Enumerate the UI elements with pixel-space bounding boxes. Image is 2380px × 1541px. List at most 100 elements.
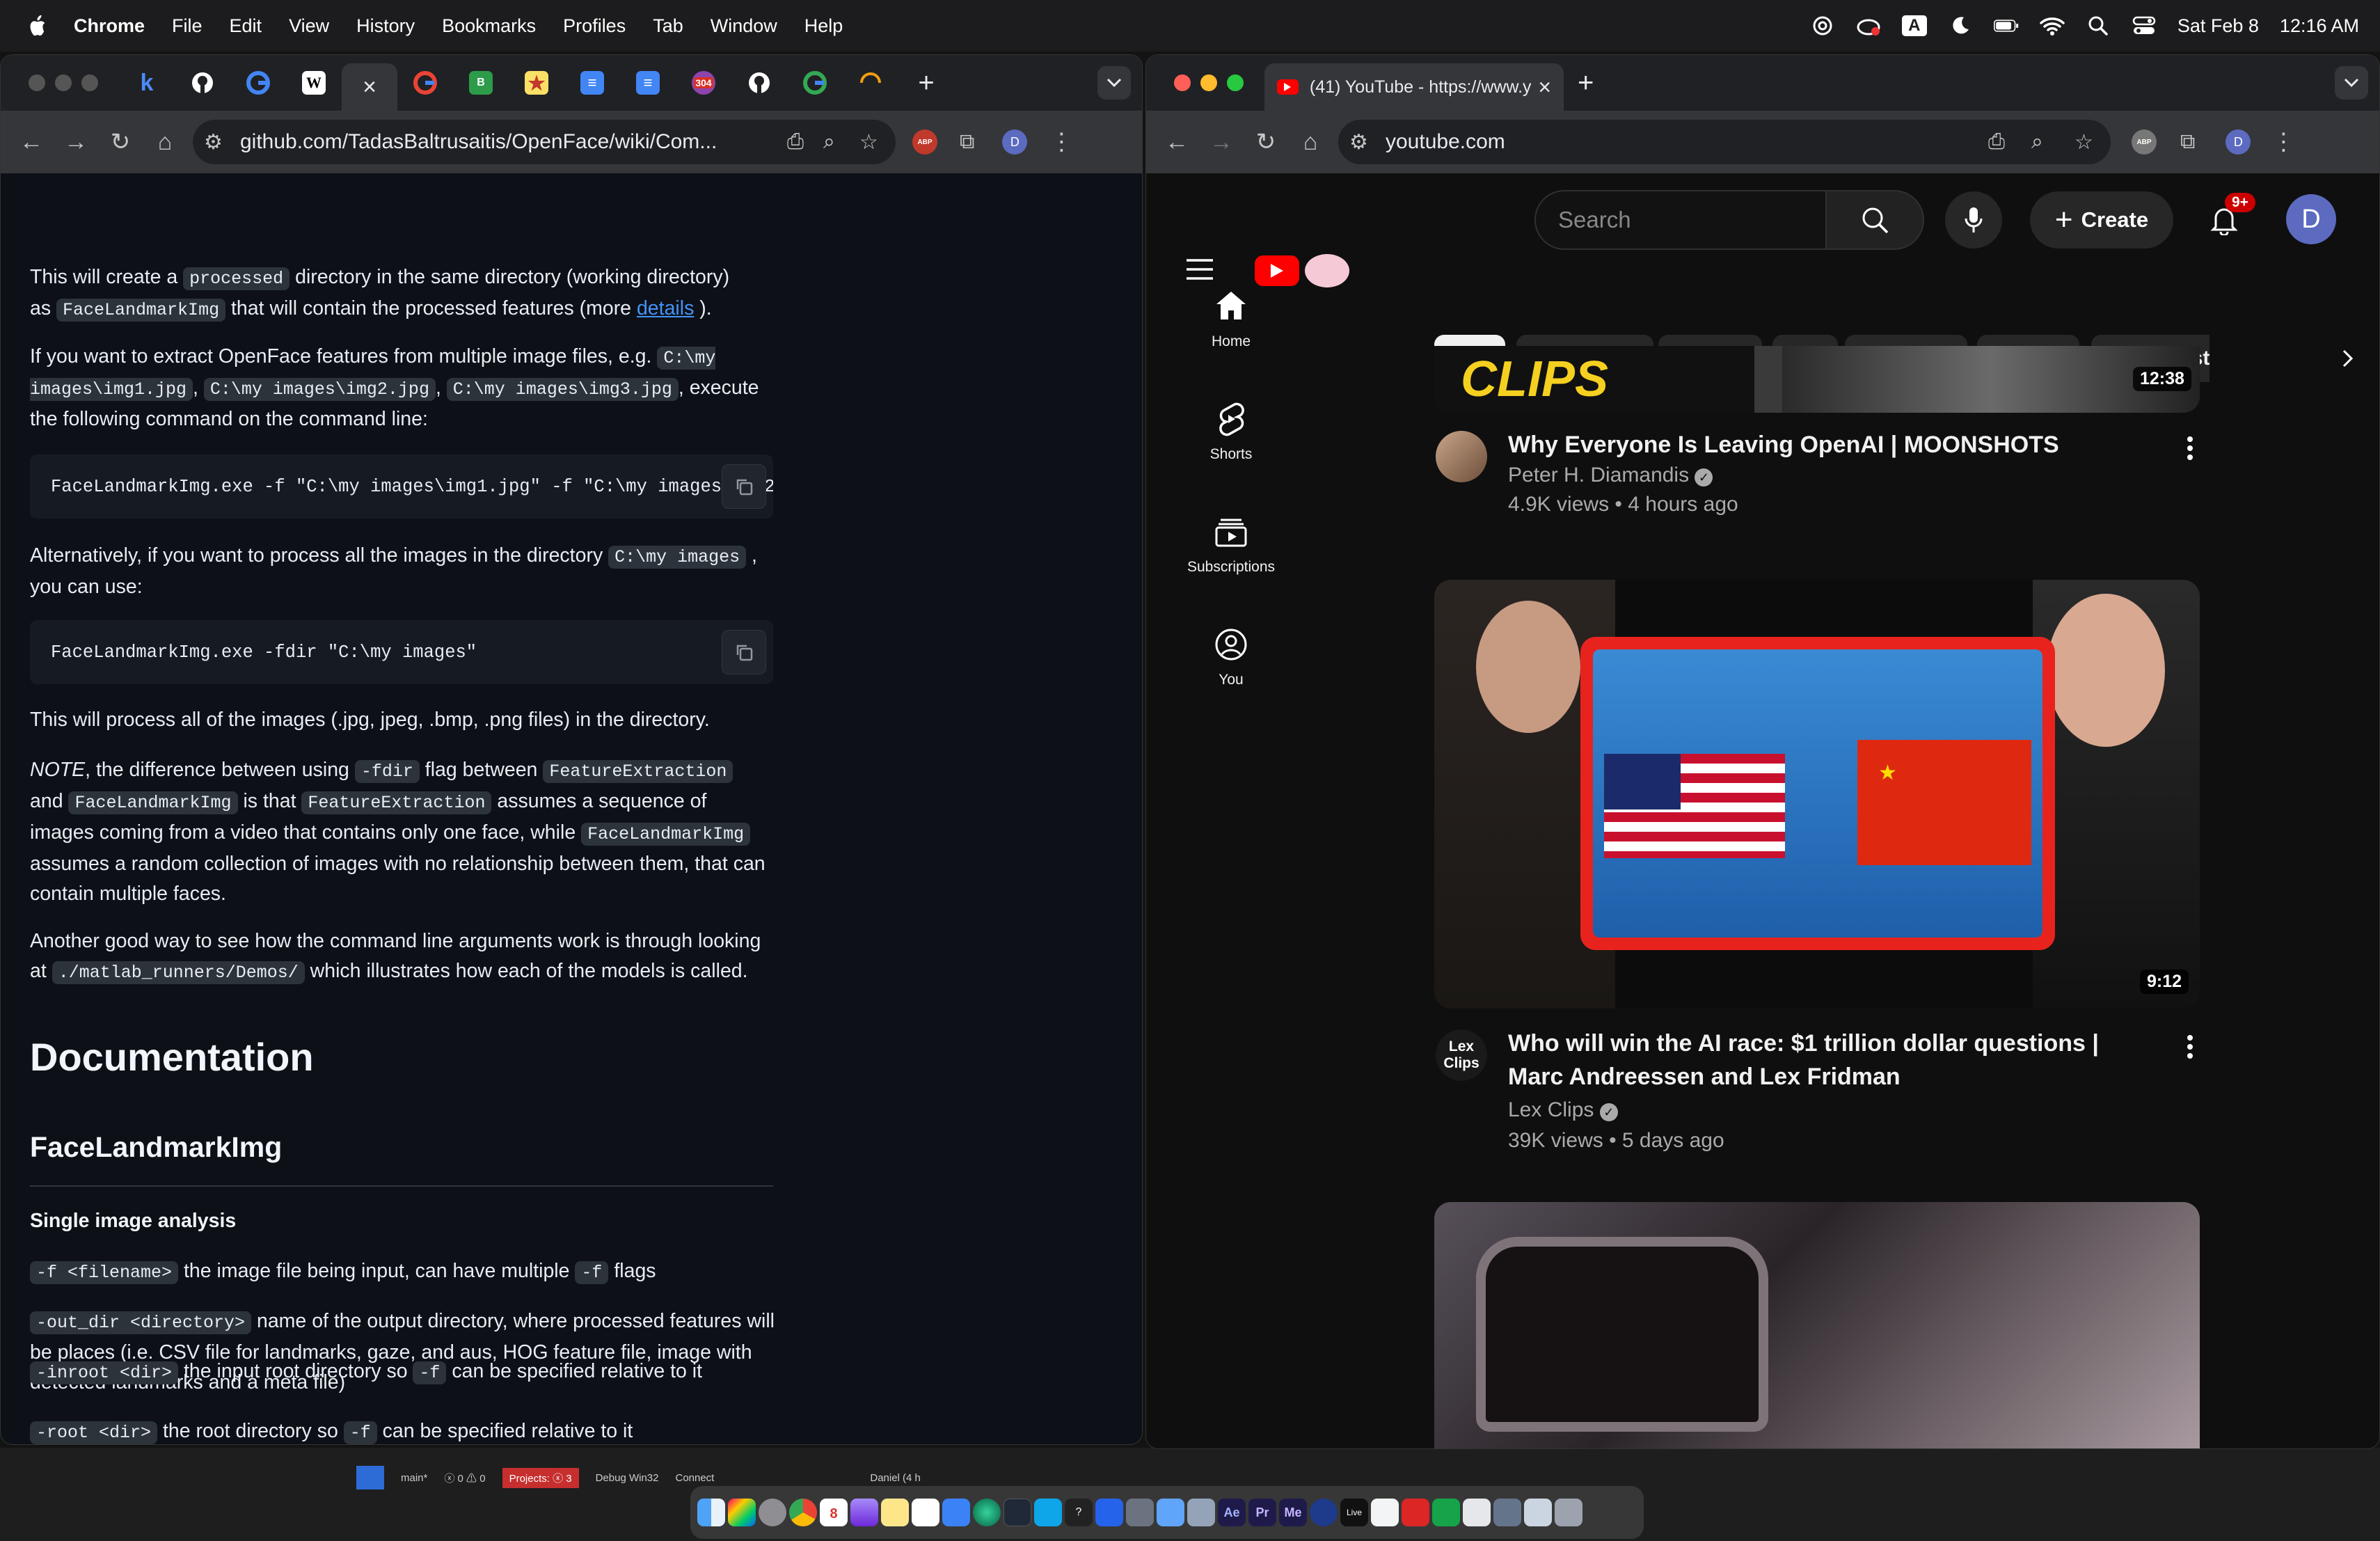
video-options-icon[interactable] bbox=[2176, 1029, 2204, 1064]
bookmark-star-icon[interactable]: ☆ bbox=[2074, 130, 2111, 155]
close-traffic-light[interactable] bbox=[1174, 74, 1191, 91]
adblock-extension-icon[interactable]: ABP bbox=[2132, 129, 2157, 155]
more-menu-icon[interactable]: ⋮ bbox=[2271, 128, 2295, 156]
tab-docs-2[interactable]: ≡ bbox=[620, 55, 676, 111]
live-share-user[interactable]: Daniel (4 h bbox=[870, 1472, 921, 1484]
video-thumbnail[interactable] bbox=[1434, 1202, 2200, 1448]
app-icon[interactable] bbox=[1187, 1499, 1215, 1526]
xcode-icon[interactable] bbox=[1095, 1499, 1123, 1526]
media-encoder-icon[interactable]: Me bbox=[1279, 1499, 1307, 1526]
forward-button[interactable]: → bbox=[54, 120, 98, 164]
calendar-icon[interactable]: 8 bbox=[820, 1499, 848, 1526]
tab-star[interactable]: ★ bbox=[509, 55, 564, 111]
menubar-date[interactable]: Sat Feb 8 bbox=[2177, 15, 2259, 37]
problems-count[interactable]: ⓧ 0 ⚠ 0 bbox=[444, 1471, 485, 1485]
new-tab-button[interactable]: + bbox=[898, 55, 954, 111]
numbers-icon[interactable] bbox=[1432, 1499, 1460, 1526]
close-tab-icon[interactable]: × bbox=[1538, 74, 1551, 100]
vscode-icon[interactable] bbox=[1034, 1499, 1062, 1526]
tab-wikipedia[interactable]: W bbox=[286, 55, 342, 111]
video-thumbnail[interactable]: ★ bbox=[1434, 580, 2200, 1009]
youtube-logo[interactable] bbox=[1255, 254, 1349, 287]
notifications-button[interactable]: 9+ bbox=[2196, 191, 2255, 248]
zoom-traffic-light[interactable] bbox=[1227, 74, 1244, 91]
system-settings-icon[interactable] bbox=[759, 1499, 786, 1526]
address-url[interactable]: youtube.com bbox=[1386, 130, 1505, 154]
tab-search-button[interactable] bbox=[1097, 66, 1131, 100]
menu-edit[interactable]: Edit bbox=[230, 15, 262, 37]
install-app-icon[interactable]: ⎙ bbox=[1988, 130, 2031, 154]
video-options-icon[interactable] bbox=[2176, 431, 2204, 466]
sidebar-item-subscriptions[interactable]: Subscriptions bbox=[1161, 513, 1301, 576]
build-config[interactable]: Debug Win32 bbox=[596, 1472, 659, 1484]
address-url[interactable]: github.com/TadasBaltrusaitis/OpenFace/wi… bbox=[240, 130, 717, 154]
tab-loading[interactable] bbox=[843, 55, 898, 111]
menu-help[interactable]: Help bbox=[804, 15, 843, 37]
menu-tab[interactable]: Tab bbox=[653, 15, 683, 37]
focus-moon-icon[interactable] bbox=[1948, 13, 1973, 38]
menu-app-name[interactable]: Chrome bbox=[74, 15, 145, 37]
home-button[interactable]: ⌂ bbox=[1288, 120, 1333, 164]
menu-profiles[interactable]: Profiles bbox=[563, 15, 626, 37]
install-app-icon[interactable]: ⎙ bbox=[787, 130, 823, 154]
trash-icon[interactable] bbox=[1555, 1499, 1582, 1526]
control-center-icon[interactable] bbox=[2132, 13, 2157, 38]
apple-logo-icon[interactable] bbox=[26, 14, 47, 38]
address-bar[interactable]: ⚙ github.com/TadasBaltrusaitis/OpenFace/… bbox=[193, 120, 896, 164]
menu-view[interactable]: View bbox=[289, 15, 329, 37]
chrome-icon[interactable] bbox=[789, 1499, 817, 1526]
hamburger-menu-icon[interactable] bbox=[1185, 258, 1214, 280]
profile-avatar[interactable]: D bbox=[1002, 129, 1028, 155]
tab-google-1[interactable] bbox=[230, 55, 286, 111]
home-button[interactable]: ⌂ bbox=[143, 120, 187, 164]
code-block-fdir[interactable]: FaceLandmarkImg.exe -fdir "C:\my images" bbox=[30, 620, 773, 684]
tab-github-2[interactable] bbox=[731, 55, 787, 111]
tab-docs-1[interactable]: ≡ bbox=[564, 55, 620, 111]
wifi-icon[interactable] bbox=[2040, 13, 2065, 38]
menubar-time[interactable]: 12:16 AM bbox=[2280, 15, 2359, 37]
minimize-traffic-light[interactable] bbox=[1200, 74, 1217, 91]
details-link[interactable]: details bbox=[637, 297, 694, 319]
remote-indicator[interactable] bbox=[356, 1466, 384, 1489]
app-store-icon[interactable] bbox=[942, 1499, 970, 1526]
new-tab-button[interactable]: + bbox=[1578, 68, 1594, 99]
copy-button[interactable] bbox=[722, 464, 766, 509]
site-info-icon[interactable]: ⚙ bbox=[1349, 130, 1377, 155]
tab-google-2[interactable] bbox=[397, 55, 453, 111]
reload-button[interactable]: ↻ bbox=[1244, 120, 1288, 164]
zoom-traffic-light[interactable] bbox=[81, 74, 98, 91]
zoom-icon[interactable]: ⌕ bbox=[2031, 130, 2074, 154]
back-button[interactable]: ← bbox=[9, 120, 54, 164]
finder-icon[interactable] bbox=[697, 1499, 725, 1526]
sidebar-item-you[interactable]: You bbox=[1161, 626, 1301, 688]
bookmark-star-icon[interactable]: ☆ bbox=[859, 130, 896, 155]
terminal-icon[interactable] bbox=[1003, 1499, 1031, 1526]
close-traffic-light[interactable] bbox=[29, 74, 45, 91]
app-icon[interactable] bbox=[1157, 1499, 1184, 1526]
ableton-live-icon[interactable]: Live bbox=[1340, 1499, 1368, 1526]
profile-avatar[interactable]: D bbox=[2226, 129, 2251, 155]
app-icon[interactable] bbox=[1310, 1499, 1338, 1526]
video-thumbnail[interactable]: CLIPS bbox=[1434, 346, 2200, 413]
menu-history[interactable]: History bbox=[356, 15, 415, 37]
tab-badge[interactable]: 304 bbox=[676, 55, 731, 111]
menu-bookmarks[interactable]: Bookmarks bbox=[442, 15, 536, 37]
app-icon[interactable] bbox=[973, 1499, 1001, 1526]
app-icon[interactable] bbox=[912, 1499, 939, 1526]
voice-search-button[interactable] bbox=[1945, 191, 2002, 248]
copy-button[interactable] bbox=[722, 630, 766, 674]
git-branch[interactable]: main* bbox=[401, 1472, 427, 1484]
app-icon[interactable] bbox=[1126, 1499, 1154, 1526]
site-info-icon[interactable]: ⚙ bbox=[204, 130, 232, 155]
app-icon[interactable] bbox=[1524, 1499, 1552, 1526]
battery-icon[interactable] bbox=[1993, 13, 2019, 38]
more-menu-icon[interactable]: ⋮ bbox=[1049, 128, 1073, 156]
help-icon[interactable]: ? bbox=[1065, 1499, 1093, 1526]
tab-active-github-wiki[interactable]: × bbox=[342, 63, 397, 111]
video-title[interactable]: Who will win the AI race: $1 trillion do… bbox=[1508, 1027, 2155, 1093]
video-title[interactable]: Why Everyone Is Leaving OpenAI | MOONSHO… bbox=[1508, 428, 2134, 461]
minimize-traffic-light[interactable] bbox=[55, 74, 72, 91]
premiere-icon[interactable]: Pr bbox=[1248, 1499, 1276, 1526]
zoom-icon[interactable]: ⌕ bbox=[823, 130, 859, 154]
chips-next-button[interactable] bbox=[2329, 339, 2367, 378]
